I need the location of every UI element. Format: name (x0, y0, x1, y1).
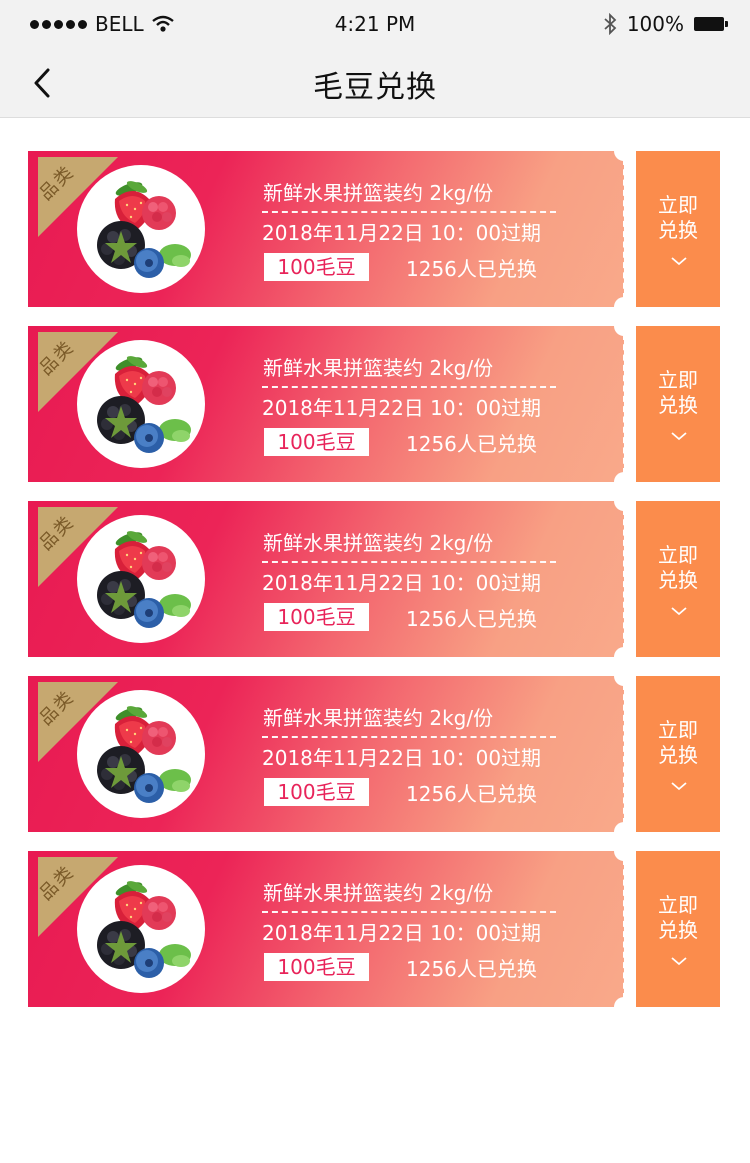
exchange-button[interactable]: 立即 兑换 (636, 151, 720, 307)
points-badge: 100毛豆 (264, 778, 369, 806)
perforation-line (623, 334, 625, 474)
coupon-expire: 2018年11月22日 10：00过期 (262, 396, 542, 420)
coupon-divider (262, 736, 556, 738)
ticket-notch (614, 472, 634, 492)
ticket-notch (614, 647, 634, 667)
exchange-button[interactable]: 立即 兑换 (636, 851, 720, 1007)
coupon-divider (262, 386, 556, 388)
coupon-body: 品类 新鲜水果拼篮装约 2kg/份 2018年11月22日 10：00过期 10… (28, 501, 624, 657)
serrated-edge (718, 326, 724, 482)
ticket-notch (614, 997, 634, 1017)
chevron-down-icon (671, 607, 687, 616)
coupon-card[interactable]: 品类 新鲜水果拼篮装约 2kg/份 2018年11月22日 10：00过期 10… (28, 841, 724, 1017)
fruit-basket-image (77, 340, 205, 468)
exchanged-count: 1256人已兑换 (406, 432, 537, 456)
exchange-label: 立即 兑换 (658, 893, 698, 942)
exchange-label: 立即 兑换 (658, 368, 698, 417)
fruit-basket-image (77, 865, 205, 993)
coupon-body: 品类 新鲜水果拼篮装约 2kg/份 2018年11月22日 10：00过期 10… (28, 851, 624, 1007)
coupon-title: 新鲜水果拼篮装约 2kg/份 (263, 531, 494, 555)
coupon-expire: 2018年11月22日 10：00过期 (262, 921, 542, 945)
exchange-button[interactable]: 立即 兑换 (636, 676, 720, 832)
exchanged-count: 1256人已兑换 (406, 257, 537, 281)
serrated-edge (718, 151, 724, 307)
coupon-expire: 2018年11月22日 10：00过期 (262, 221, 542, 245)
chevron-down-icon (671, 957, 687, 966)
coupon-divider (262, 211, 556, 213)
exchanged-count: 1256人已兑换 (406, 607, 537, 631)
exchange-label: 立即 兑换 (658, 718, 698, 767)
ticket-notch (614, 491, 634, 511)
coupon-card[interactable]: 品类 新鲜水果拼篮装约 2kg/份 2018年11月22日 10：00过期 10… (28, 316, 724, 492)
status-right: 100% (603, 12, 728, 36)
status-bar: BELL 4:21 PM 100% (0, 0, 750, 48)
bluetooth-icon (604, 13, 617, 35)
coupon-card[interactable]: 品类 新鲜水果拼篮装约 2kg/份 2018年11月22日 10：00过期 10… (28, 666, 724, 842)
coupon-body: 品类 新鲜水果拼篮装约 2kg/份 2018年11月22日 10：00过期 10… (28, 326, 624, 482)
coupon-card[interactable]: 品类 新鲜水果拼篮装约 2kg/份 2018年11月22日 10：00过期 10… (28, 491, 724, 667)
fruit-basket-image (77, 690, 205, 818)
coupon-title: 新鲜水果拼篮装约 2kg/份 (263, 881, 494, 905)
points-badge: 100毛豆 (264, 603, 369, 631)
points-badge: 100毛豆 (264, 953, 369, 981)
coupon-divider (262, 911, 556, 913)
coupon-expire: 2018年11月22日 10：00过期 (262, 571, 542, 595)
exchange-label: 立即 兑换 (658, 193, 698, 242)
perforation-line (623, 859, 625, 999)
exchange-button[interactable]: 立即 兑换 (636, 501, 720, 657)
ticket-notch (614, 841, 634, 861)
coupon-body: 品类 新鲜水果拼篮装约 2kg/份 2018年11月22日 10：00过期 10… (28, 151, 624, 307)
exchange-button[interactable]: 立即 兑换 (636, 326, 720, 482)
serrated-edge (718, 676, 724, 832)
coupon-card[interactable]: 品类 新鲜水果拼篮装约 2kg/份 2018年11月22日 10：00过期 10… (28, 141, 724, 317)
chevron-down-icon (671, 257, 687, 266)
exchanged-count: 1256人已兑换 (406, 782, 537, 806)
coupon-expire: 2018年11月22日 10：00过期 (262, 746, 542, 770)
coupon-title: 新鲜水果拼篮装约 2kg/份 (263, 356, 494, 380)
perforation-line (623, 684, 625, 824)
fruit-basket-image (77, 165, 205, 293)
ticket-notch (614, 141, 634, 161)
coupon-title: 新鲜水果拼篮装约 2kg/份 (263, 181, 494, 205)
nav-bar: 毛豆兑换 (0, 48, 750, 118)
perforation-line (623, 509, 625, 649)
chevron-down-icon (671, 432, 687, 441)
points-badge: 100毛豆 (264, 428, 369, 456)
ticket-notch (614, 297, 634, 317)
battery-icon (694, 17, 728, 31)
page-title: 毛豆兑换 (313, 70, 437, 105)
serrated-edge (718, 501, 724, 657)
ticket-notch (614, 666, 634, 686)
battery-percent: 100% (626, 12, 684, 36)
coupon-body: 品类 新鲜水果拼篮装约 2kg/份 2018年11月22日 10：00过期 10… (28, 676, 624, 832)
fruit-basket-image (77, 515, 205, 643)
exchange-label: 立即 兑换 (658, 543, 698, 592)
coupon-title: 新鲜水果拼篮装约 2kg/份 (263, 706, 494, 730)
serrated-edge (718, 851, 724, 1007)
chevron-down-icon (671, 782, 687, 791)
ticket-notch (614, 316, 634, 336)
points-badge: 100毛豆 (264, 253, 369, 281)
exchanged-count: 1256人已兑换 (406, 957, 537, 981)
coupon-divider (262, 561, 556, 563)
perforation-line (623, 159, 625, 299)
ticket-notch (614, 822, 634, 842)
